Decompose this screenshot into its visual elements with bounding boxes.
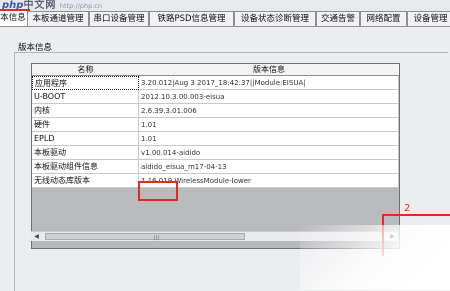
row-value-cell[interactable]: 2012.10.3.00.003-eisua [139,90,399,104]
row-value-cell[interactable]: v1.00.014-aidido [139,146,399,160]
annotation-number: 2 [404,203,411,214]
scroll-left-icon[interactable]: ◀ [32,232,41,241]
column-header-version[interactable]: 版本信息 [139,64,399,76]
row-name-cell[interactable]: U-BOOT [32,90,139,104]
version-table[interactable]: 名称 版本信息 应用程序 3.20.012|Aug 3 2017_18:42:3… [31,63,400,249]
row-value-cell[interactable]: 3.20.012|Aug 3 2017_18:42:37||Module:EIS… [139,76,399,90]
tab-channel-management[interactable]: 本板通道管理 [27,11,89,26]
tab-traffic-alarm[interactable]: 交通告警 [316,11,360,26]
table-row[interactable]: U-BOOT 2012.10.3.00.003-eisua [32,90,399,104]
tab-psd-info-management[interactable]: 铁路PSD信息管理 [149,11,234,26]
table-row[interactable]: 硬件 1.01 [32,118,399,132]
tab-device-management[interactable]: 设备管理 [407,11,450,26]
table-row[interactable]: 内核 2.6.39.3.01.006 [32,104,399,118]
row-name-cell[interactable]: 无线动态库版本 [32,174,139,188]
row-value-cell[interactable]: 1.01 [139,118,399,132]
watermark [300,225,450,290]
row-value-cell[interactable]: 1.01 [139,132,399,146]
grip-icon: ||| [154,235,160,241]
row-name-cell[interactable]: 硬件 [32,118,139,132]
row-value-cell[interactable]: aidido_eisua_m17-04-13 [139,160,399,174]
row-name-cell[interactable]: 本板驱动 [32,146,139,160]
table-row[interactable]: 无线动态库版本 1.16.019 WirelessModule-Iower [32,174,399,188]
row-value-cell[interactable]: 1.16.019 WirelessModule-Iower [139,174,399,188]
table-row[interactable]: EPLD 1.01 [32,132,399,146]
row-name-cell[interactable]: 本板驱动组件信息 [32,160,139,174]
column-header-name[interactable]: 名称 [32,64,140,76]
row-name-cell[interactable]: 应用程序 [32,76,139,90]
tab-serial-device-management[interactable]: 串口设备管理 [89,11,149,26]
tab-basic-info[interactable]: 本信息 [0,9,30,26]
tab-bar: php中文网 http://php.cn 本信息 本板通道管理 串口设备管理 铁… [0,0,450,27]
table-row[interactable]: 应用程序 3.20.012|Aug 3 2017_18:42:37||Modul… [32,76,399,90]
row-name-cell[interactable]: EPLD [32,132,139,146]
table-row[interactable]: 本板驱动组件信息 aidido_eisua_m17-04-13 [32,160,399,174]
row-name-cell[interactable]: 内核 [32,104,139,118]
scrollbar-thumb[interactable]: ||| [45,233,245,241]
tab-device-diagnosis-management[interactable]: 设备状态诊断管理 [234,11,316,26]
row-value-cell[interactable]: 2.6.39.3.01.006 [139,104,399,118]
table-row[interactable]: 本板驱动 v1.00.014-aidido [32,146,399,160]
tab-network-config[interactable]: 网络配置 [360,11,407,26]
